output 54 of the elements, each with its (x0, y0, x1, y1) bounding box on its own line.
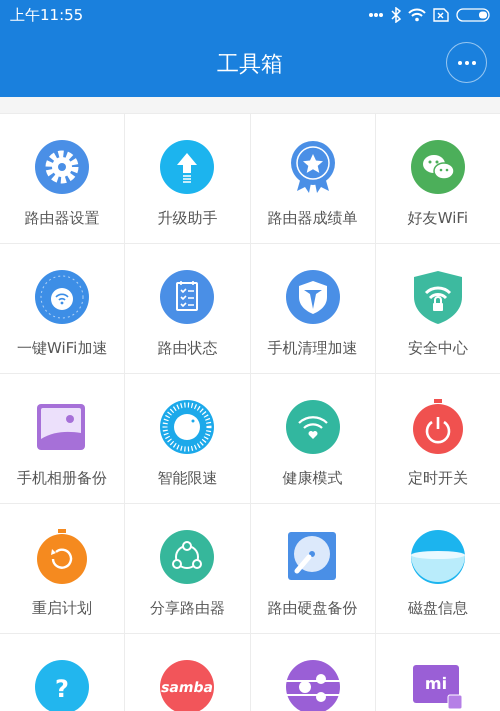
help-icon: ? (34, 659, 90, 711)
tool-tile[interactable]: 分享路由器 (125, 504, 250, 633)
tool-label: 手机清理加速 (268, 339, 358, 358)
speed-dial-icon (159, 399, 216, 455)
tool-tile[interactable]: 路由状态 (125, 244, 250, 373)
tool-label: 磁盘信息 (408, 599, 468, 618)
tool-label: 路由器设置 (24, 209, 100, 228)
tool-tile[interactable]: 手机相册备份 (0, 374, 124, 503)
tool-label: 升级助手 (157, 209, 218, 228)
tool-tile[interactable]: 健康模式 (250, 374, 375, 503)
status-time: 上午11:55 (10, 6, 84, 24)
tool-tile[interactable]: 安全中心 (376, 244, 500, 373)
upgrade-icon (159, 139, 216, 195)
gear-icon (34, 139, 90, 195)
tool-tile[interactable]: 路由器成绩单 (250, 114, 375, 243)
tool-label: 一键WiFi加速 (16, 339, 108, 358)
tool-tile[interactable]: 磁盘信息 (376, 504, 500, 633)
tool-label: 路由硬盘备份 (268, 599, 358, 618)
samba-logo-icon: samba (159, 659, 216, 711)
clipboard-icon (159, 269, 216, 325)
more-button[interactable] (446, 42, 487, 83)
bowl-icon (410, 529, 466, 585)
tool-tile[interactable]: 路由器设置 (0, 114, 124, 243)
tool-label: 健康模式 (282, 469, 343, 488)
no-sim-icon (433, 8, 449, 22)
more-icon (456, 60, 476, 66)
wifi-dial-icon (34, 269, 90, 325)
tool-label: 路由状态 (157, 339, 218, 358)
chat-icon (410, 139, 466, 195)
tool-label: 路由器成绩单 (268, 209, 358, 228)
tool-tile[interactable]: 重启计划 (0, 504, 124, 633)
share-icon (159, 529, 216, 585)
more-dots-icon (368, 12, 384, 18)
tool-label: 好友WiFi (408, 209, 468, 228)
tool-label: 分享路由器 (150, 599, 225, 618)
tool-tile[interactable]: 定时开关 (376, 374, 500, 503)
tool-label: 手机相册备份 (17, 469, 108, 488)
tool-tile[interactable]: 好友WiFi (376, 114, 500, 243)
tool-label: 智能限速 (157, 469, 218, 488)
bluetooth-icon (391, 7, 401, 23)
tool-tile[interactable]: 路由硬盘备份 (250, 504, 375, 633)
tool-tile[interactable]: 智能限速 (125, 374, 250, 503)
battery-icon (456, 8, 490, 22)
tool-label: 定时开关 (408, 469, 468, 488)
tool-tile[interactable]: 升级助手 (125, 114, 250, 243)
tool-label: 重启计划 (32, 599, 92, 618)
flow-icon (284, 659, 341, 711)
tool-tile[interactable]: mi (376, 634, 500, 711)
page-title: 工具箱 (217, 50, 283, 78)
tool-tile[interactable]: 一键WiFi加速 (0, 244, 124, 373)
wifi-icon (408, 8, 426, 22)
tool-label: 安全中心 (408, 339, 468, 358)
shield-icon (284, 269, 341, 325)
tool-tile[interactable]: 手机清理加速 (250, 244, 375, 373)
